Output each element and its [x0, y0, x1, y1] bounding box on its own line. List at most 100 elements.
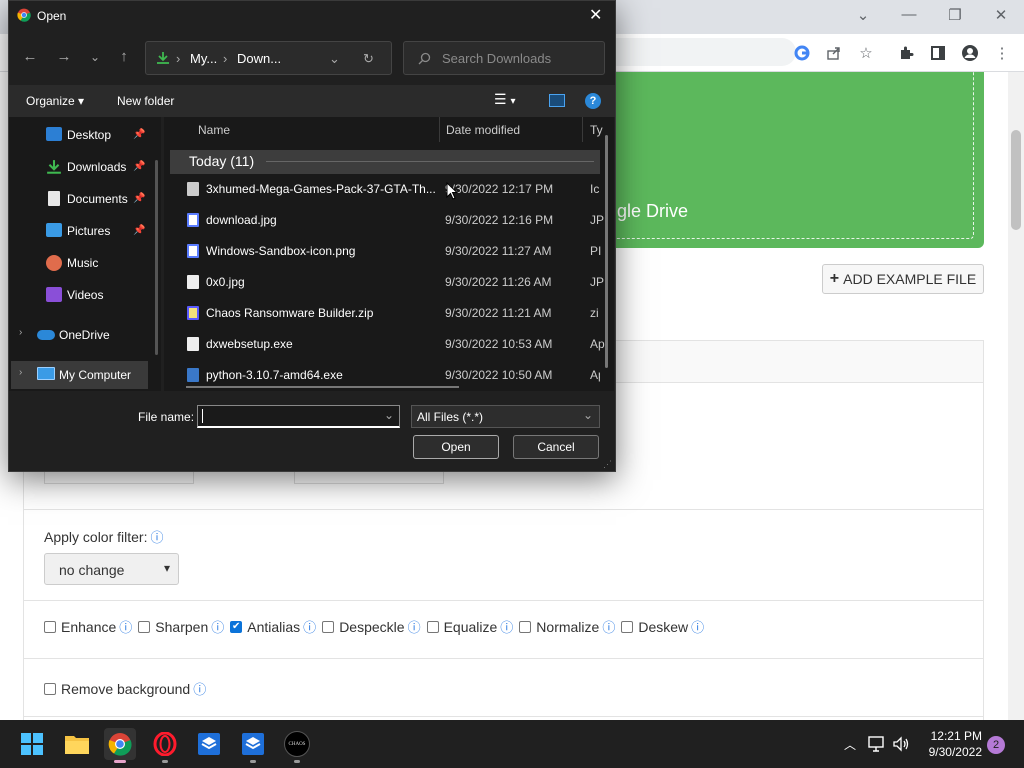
despeckle-checkbox[interactable]: [322, 620, 335, 633]
color-filter-select[interactable]: no change ▾: [44, 553, 179, 585]
recent-locations-chevron-icon[interactable]: ⌄: [84, 50, 106, 64]
remove-background-label: Remove background: [61, 680, 191, 697]
chrome-taskbar-icon[interactable]: [104, 728, 136, 760]
sharpen-checkbox[interactable]: [138, 620, 151, 633]
help-icon[interactable]: ?: [585, 93, 601, 109]
info-icon[interactable]: ⓘ: [303, 617, 316, 636]
opera-icon[interactable]: [149, 728, 181, 760]
sandbox-icon-2[interactable]: [237, 728, 269, 760]
column-type-header[interactable]: Ty: [590, 123, 603, 137]
file-row[interactable]: python-3.10.7-amd64.exe 9/30/2022 10:50 …: [170, 360, 600, 382]
file-explorer-icon[interactable]: [61, 728, 93, 760]
add-example-file-button[interactable]: + ADD EXAMPLE FILE: [822, 264, 984, 294]
dialog-close-icon[interactable]: ✕: [589, 5, 602, 25]
forward-arrow-icon[interactable]: →: [53, 48, 75, 65]
normalize-checkbox[interactable]: [519, 620, 532, 633]
dialog-title: Open: [37, 9, 67, 23]
expand-chevron-icon[interactable]: ›: [19, 367, 22, 378]
nav-videos[interactable]: Videos: [67, 288, 103, 302]
up-arrow-icon[interactable]: ↑: [113, 48, 135, 65]
info-icon[interactable]: ⓘ: [119, 617, 132, 636]
nav-documents[interactable]: Documents: [67, 192, 128, 206]
info-icon[interactable]: ⓘ: [691, 617, 704, 636]
chevron-down-icon: ▾: [163, 561, 170, 575]
search-downloads-input[interactable]: Search Downloads: [403, 41, 605, 75]
minimize-button[interactable]: —: [895, 6, 923, 23]
google-icon[interactable]: [791, 42, 813, 64]
tab-search-chevron-icon[interactable]: ⌄: [849, 6, 877, 24]
column-name-header[interactable]: Name: [198, 123, 230, 137]
extensions-icon[interactable]: [895, 42, 917, 64]
file-type-select[interactable]: All Files (*.*) ⌄: [411, 405, 600, 428]
nav-music[interactable]: Music: [67, 256, 98, 270]
address-breadcrumb[interactable]: › My... › Down... ⌄ ↻: [145, 41, 392, 75]
notification-badge[interactable]: 2: [987, 736, 1005, 754]
volume-icon[interactable]: [890, 728, 912, 760]
restore-button[interactable]: ❐: [941, 6, 969, 24]
file-row[interactable]: download.jpg 9/30/2022 12:16 PM JP: [170, 205, 604, 235]
nav-pictures[interactable]: Pictures: [67, 224, 110, 238]
info-icon[interactable]: ⓘ: [602, 617, 615, 636]
close-window-button[interactable]: ✕: [987, 6, 1015, 24]
info-icon[interactable]: ⓘ: [408, 617, 421, 636]
breadcrumb-downloads[interactable]: Down...: [237, 51, 281, 66]
info-icon[interactable]: ⓘ: [150, 530, 163, 545]
organize-button[interactable]: Organize ▾: [26, 94, 84, 108]
file-date: 9/30/2022 11:26 AM: [445, 275, 552, 289]
address-chevron-icon[interactable]: ⌄: [329, 51, 340, 67]
back-arrow-icon[interactable]: ←: [19, 48, 41, 65]
nav-downloads[interactable]: Downloads: [67, 160, 126, 174]
info-icon[interactable]: ⓘ: [211, 617, 224, 636]
antialias-checkbox[interactable]: ✔: [230, 620, 243, 633]
address-bar[interactable]: [616, 38, 796, 66]
pin-icon: 📌: [133, 225, 146, 236]
file-row[interactable]: dxwebsetup.exe 9/30/2022 10:53 AM Ap: [170, 329, 605, 359]
chaos-app-icon[interactable]: CHAOS: [281, 728, 313, 760]
column-separator[interactable]: [439, 117, 440, 142]
resize-grip-icon[interactable]: ⋰: [603, 459, 612, 470]
info-icon[interactable]: ⓘ: [500, 617, 513, 636]
profile-icon[interactable]: [959, 42, 981, 64]
file-row[interactable]: 0x0.jpg 9/30/2022 11:26 AM JP: [170, 267, 604, 297]
section-divider: [24, 600, 983, 601]
view-options-icon[interactable]: ☰ ▾: [494, 91, 515, 108]
column-separator[interactable]: [582, 117, 583, 142]
file-list-vscroll[interactable]: [605, 135, 608, 368]
file-row[interactable]: Chaos Ransomware Builder.zip 9/30/2022 1…: [170, 298, 600, 328]
chevron-down-icon[interactable]: ⌄: [384, 408, 394, 422]
page-scrollbar-thumb[interactable]: [1011, 130, 1021, 230]
nav-scrollbar[interactable]: [155, 160, 158, 355]
taskbar-clock[interactable]: 12:21 PM 9/30/2022: [920, 728, 982, 760]
column-date-header[interactable]: Date modified: [446, 123, 520, 137]
star-icon[interactable]: ☆: [855, 42, 877, 64]
dropzone-google-drive-text[interactable]: gle Drive: [617, 201, 688, 222]
group-header-today[interactable]: Today (11): [170, 150, 600, 174]
file-list-hscroll[interactable]: [186, 386, 459, 388]
network-icon[interactable]: [866, 728, 888, 760]
nav-my-computer[interactable]: My Computer: [59, 368, 131, 382]
open-button[interactable]: Open: [413, 435, 499, 459]
deskew-checkbox[interactable]: [621, 620, 634, 633]
expand-chevron-icon[interactable]: ›: [19, 327, 22, 338]
file-row[interactable]: Windows-Sandbox-icon.png 9/30/2022 11:27…: [170, 236, 601, 266]
file-name: Windows-Sandbox-icon.png: [206, 244, 356, 258]
nav-desktop[interactable]: Desktop: [67, 128, 111, 142]
menu-icon[interactable]: ⋮: [991, 42, 1013, 64]
new-folder-button[interactable]: New folder: [117, 94, 174, 108]
file-name-input[interactable]: ⌄: [197, 405, 400, 428]
start-icon[interactable]: [16, 728, 48, 760]
chevron-up-icon[interactable]: ︿: [840, 728, 860, 760]
refresh-icon[interactable]: ↻: [363, 51, 374, 67]
preview-pane-icon[interactable]: [549, 94, 565, 107]
share-icon[interactable]: [823, 42, 845, 64]
sidebar-icon[interactable]: [927, 42, 949, 64]
remove-background-checkbox[interactable]: [44, 682, 56, 695]
enhance-checkbox[interactable]: [44, 620, 56, 633]
cancel-button[interactable]: Cancel: [513, 435, 599, 459]
nav-onedrive[interactable]: OneDrive: [59, 328, 110, 342]
breadcrumb-my[interactable]: My...: [190, 51, 217, 66]
file-row[interactable]: 3xhumed-Mega-Games-Pack-37-GTA-Th... 9/3…: [170, 174, 600, 204]
equalize-checkbox[interactable]: [426, 620, 439, 633]
info-icon[interactable]: ⓘ: [193, 679, 206, 698]
sandbox-icon[interactable]: [193, 728, 225, 760]
